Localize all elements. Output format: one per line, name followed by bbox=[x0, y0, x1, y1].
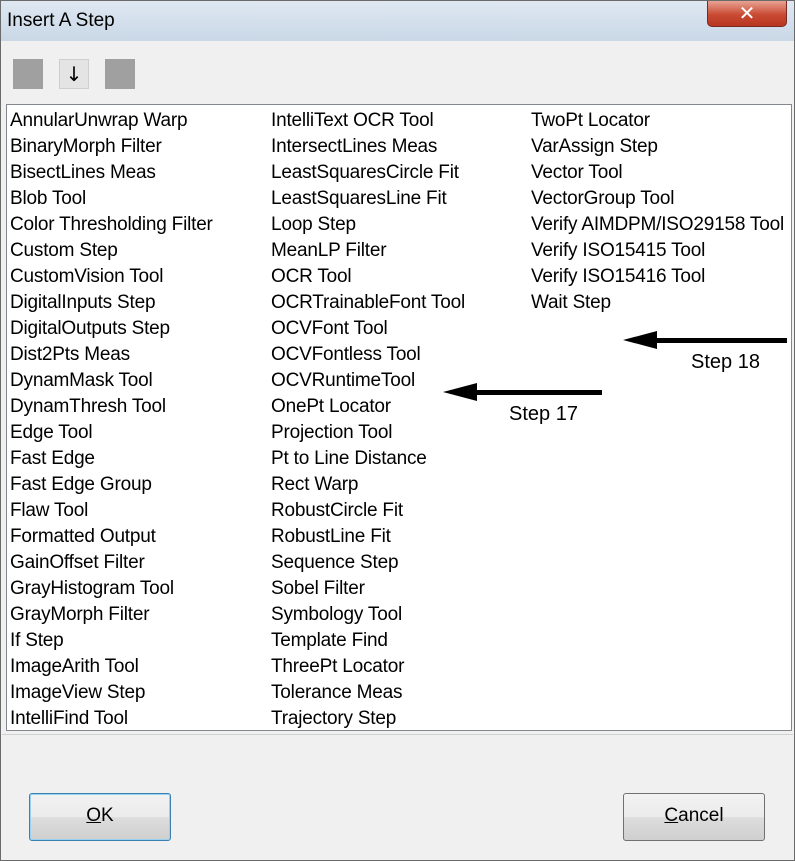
step-list-item[interactable]: Sequence Step bbox=[271, 550, 465, 576]
insert-step-dialog: Insert A Step ✕ ↓ AnnularUnwrap Warp Bina… bbox=[0, 0, 795, 861]
step-list-item[interactable]: GainOffset Filter bbox=[10, 550, 213, 576]
step-list-item[interactable]: ImageArith Tool bbox=[10, 654, 213, 680]
step-list-item[interactable]: Fast Edge Group bbox=[10, 472, 213, 498]
step-list-item[interactable]: OCR Tool bbox=[271, 264, 465, 290]
arrow-down-icon: ↓ bbox=[65, 62, 83, 86]
step-list-item[interactable]: Blob Tool bbox=[10, 186, 213, 212]
step-list-item[interactable]: DigitalInputs Step bbox=[10, 290, 213, 316]
step-list-item[interactable]: Projection Tool bbox=[271, 420, 465, 446]
step-list-item[interactable]: ThreePt Locator bbox=[271, 654, 465, 680]
step-list-item[interactable]: Rect Warp bbox=[271, 472, 465, 498]
step-list-item[interactable]: Flaw Tool bbox=[10, 498, 213, 524]
step17-label: Step 17 bbox=[509, 403, 578, 426]
step-list-item[interactable]: Verify ISO15415 Tool bbox=[531, 238, 784, 264]
step-list-item[interactable]: MeanLP Filter bbox=[271, 238, 465, 264]
cancel-button[interactable]: Cancel bbox=[623, 793, 765, 841]
toolbar-button-3[interactable] bbox=[105, 59, 135, 89]
step-list-item[interactable]: GrayHistogram Tool bbox=[10, 576, 213, 602]
step-list-item[interactable]: OnePt Locator bbox=[271, 394, 465, 420]
close-icon: ✕ bbox=[738, 1, 756, 25]
step-list-item[interactable]: Verify ISO15416 Tool bbox=[531, 264, 784, 290]
separator-line bbox=[2, 734, 793, 735]
step-list-item[interactable]: GrayMorph Filter bbox=[10, 602, 213, 628]
step-list-item[interactable]: OCVFontless Tool bbox=[271, 342, 465, 368]
step-column-3: TwoPt Locator VarAssign Step Vector Tool Ve… bbox=[531, 108, 784, 316]
step-list-item[interactable]: CustomVision Tool bbox=[10, 264, 213, 290]
step-list-item[interactable]: DigitalOutputs Step bbox=[10, 316, 213, 342]
step-list-item[interactable]: Trajectory Step bbox=[271, 706, 465, 730]
step-list-item[interactable]: Verify AIMDPM/ISO29158 Tool bbox=[531, 212, 784, 238]
step18-label: Step 18 bbox=[691, 351, 760, 374]
close-button[interactable]: ✕ bbox=[707, 1, 787, 27]
step-list-item[interactable]: ImageView Step bbox=[10, 680, 213, 706]
step-list-item[interactable]: AnnularUnwrap Warp bbox=[10, 108, 213, 134]
step-list-item[interactable]: Dist2Pts Meas bbox=[10, 342, 213, 368]
step-list-item[interactable]: RobustCircle Fit bbox=[271, 498, 465, 524]
step17-arrow-shaft bbox=[477, 390, 602, 395]
step-list-item[interactable]: Sobel Filter bbox=[271, 576, 465, 602]
step-list-item[interactable]: LeastSquaresLine Fit bbox=[271, 186, 465, 212]
step-list-item[interactable]: OCRTrainableFont Tool bbox=[271, 290, 465, 316]
ok-label-rest: K bbox=[101, 805, 114, 826]
step-list-item[interactable]: TwoPt Locator bbox=[531, 108, 784, 134]
ok-button[interactable]: OK bbox=[29, 793, 171, 841]
insert-below-button[interactable]: ↓ bbox=[59, 59, 89, 89]
step-column-1: AnnularUnwrap Warp BinaryMorph Filter Bise… bbox=[10, 108, 213, 730]
step-list-item[interactable]: Fast Edge bbox=[10, 446, 213, 472]
step-list-item[interactable]: IntersectLines Meas bbox=[271, 134, 465, 160]
toolbar-button-1[interactable] bbox=[13, 59, 43, 89]
step-list-item[interactable]: RobustLine Fit bbox=[271, 524, 465, 550]
step-list-item[interactable]: OCVFont Tool bbox=[271, 316, 465, 342]
step-column-2: IntelliText OCR Tool IntersectLines Meas L… bbox=[271, 108, 465, 730]
ok-mnemonic: O bbox=[86, 805, 102, 826]
step-list-item[interactable]: IntelliText OCR Tool bbox=[271, 108, 465, 134]
dialog-client-area: ↓ AnnularUnwrap Warp BinaryMorph Filter Bi… bbox=[1, 41, 794, 860]
step-list-item[interactable]: VectorGroup Tool bbox=[531, 186, 784, 212]
step18-arrow-icon bbox=[623, 331, 657, 349]
step-list-item[interactable]: DynamMask Tool bbox=[10, 368, 213, 394]
step-list-item[interactable]: BisectLines Meas bbox=[10, 160, 213, 186]
step-list-item[interactable]: Color Thresholding Filter bbox=[10, 212, 213, 238]
window-title: Insert A Step bbox=[7, 10, 115, 31]
step-list-item[interactable]: Pt to Line Distance bbox=[271, 446, 465, 472]
cancel-label-rest: ancel bbox=[678, 805, 724, 826]
step17-arrow-icon bbox=[443, 383, 477, 401]
title-bar[interactable]: Insert A Step ✕ bbox=[1, 1, 794, 41]
step-list-item[interactable]: Loop Step bbox=[271, 212, 465, 238]
step-list-item[interactable]: Edge Tool bbox=[10, 420, 213, 446]
step-list-item[interactable]: OCVRuntimeTool bbox=[271, 368, 465, 394]
step-list-item[interactable]: Vector Tool bbox=[531, 160, 784, 186]
cancel-mnemonic: C bbox=[664, 805, 679, 826]
step-list-item[interactable]: DynamThresh Tool bbox=[10, 394, 213, 420]
step-list-item[interactable]: Wait Step bbox=[531, 290, 784, 316]
step18-arrow-shaft bbox=[657, 338, 787, 343]
step-list-item[interactable]: IntelliFind Tool bbox=[10, 706, 213, 730]
step-list-item[interactable]: VarAssign Step bbox=[531, 134, 784, 160]
step-list-item[interactable]: If Step bbox=[10, 628, 213, 654]
step-list-item[interactable]: Template Find bbox=[271, 628, 465, 654]
step-list-item[interactable]: Formatted Output bbox=[10, 524, 213, 550]
step-list-item[interactable]: Tolerance Meas bbox=[271, 680, 465, 706]
step-list-item[interactable]: BinaryMorph Filter bbox=[10, 134, 213, 160]
step-list[interactable]: AnnularUnwrap Warp BinaryMorph Filter Bise… bbox=[6, 104, 792, 731]
step-list-item[interactable]: Custom Step bbox=[10, 238, 213, 264]
step-list-item[interactable]: Symbology Tool bbox=[271, 602, 465, 628]
step-list-item[interactable]: LeastSquaresCircle Fit bbox=[271, 160, 465, 186]
